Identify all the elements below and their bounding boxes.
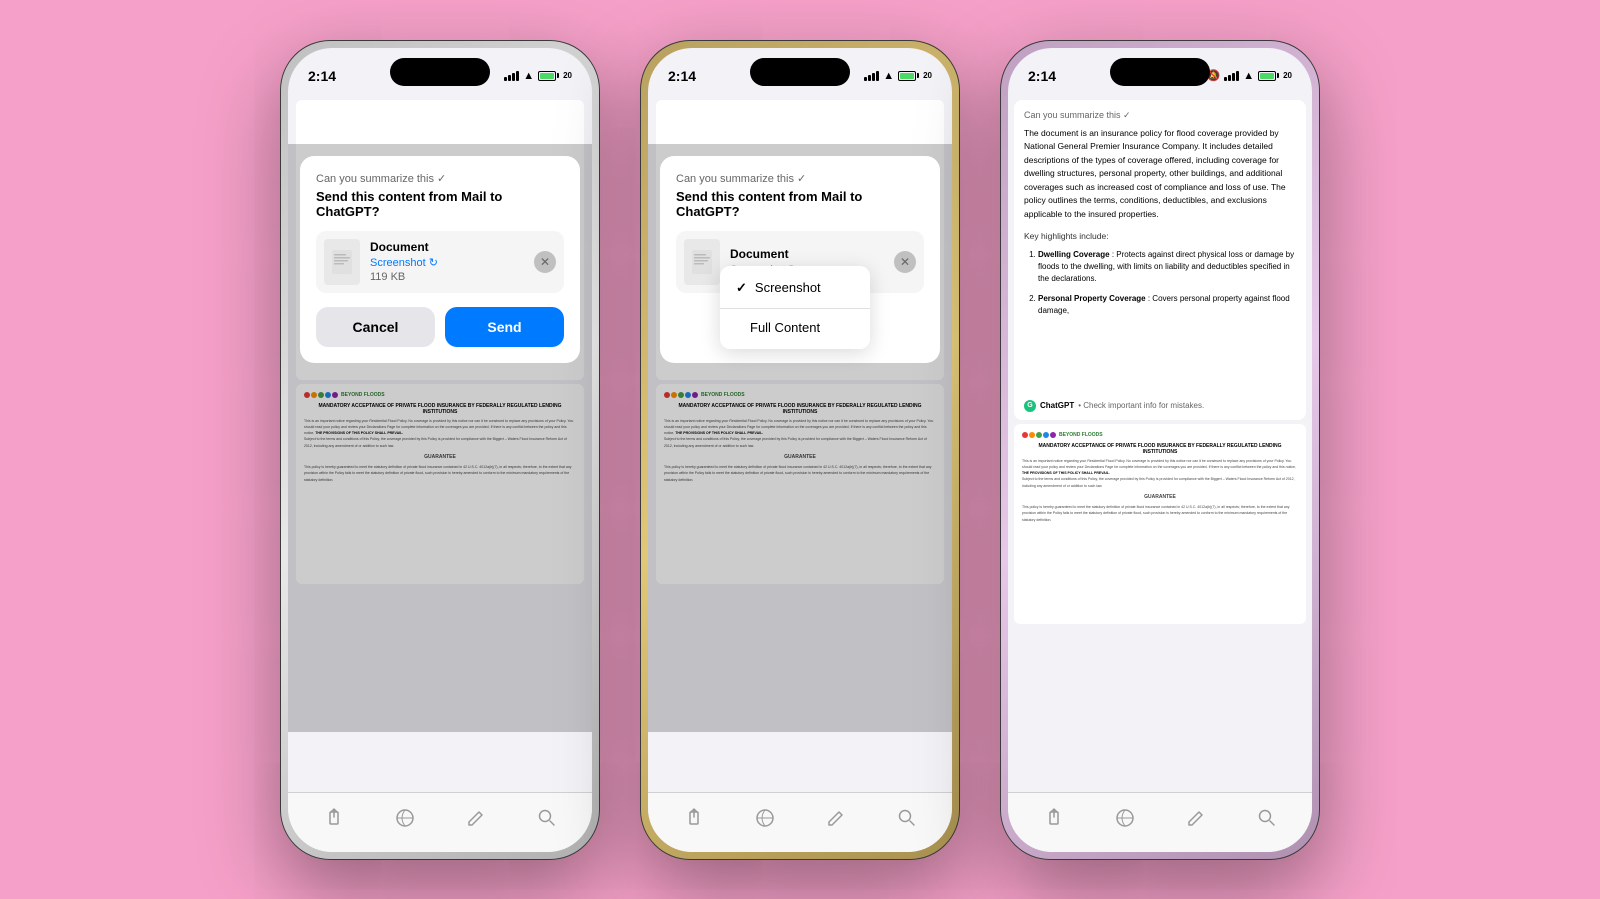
battery-icon-3 [1258,71,1279,81]
tab-write-icon-3[interactable] [1181,803,1211,833]
tab-explore-icon-3[interactable] [1110,803,1140,833]
dropdown-item-full-content[interactable]: Full Content [720,310,870,345]
logo-text-3: BEYOND FLOODS [1059,432,1103,438]
phone-1-screen: 2:14 ▲ 20 [288,48,592,852]
time-3: 2:14 [1028,68,1056,84]
dialog-title-1: Send this content from Mail to ChatGPT? [316,189,564,219]
tab-share-icon-2[interactable] [679,803,709,833]
phone-2-screen: 2:14 ▲ 20 [648,48,952,852]
tab-bar-3 [1008,792,1312,852]
chatgpt-name: ChatGPT [1040,401,1074,410]
signal-icon-2 [864,71,879,81]
close-button-1[interactable]: ✕ [534,251,556,273]
dynamic-island-2 [750,58,850,86]
share-dialog-1[interactable]: Can you summarize this ✓ Send this conte… [300,156,580,363]
dialog-pretitle-1: Can you summarize this ✓ [316,172,564,185]
doc-page-5: BEYOND FLOODS MANDATORY ACCEPTANCE OF PR… [1014,424,1306,624]
document-row-1: Document Screenshot ↻ 119 KB ✕ [316,231,564,293]
battery-label-1: 20 [563,71,572,80]
close-button-2[interactable]: ✕ [894,251,916,273]
doc-body-3: This is an important notice regarding yo… [1022,458,1298,523]
chatgpt-panel: Can you summarize this ✓ The document is… [1014,100,1306,420]
dialog-pretitle-2: Can you summarize this ✓ [676,172,924,185]
phone-3-screen: 2:14 🔕 ▲ 20 [1008,48,1312,852]
screen-1: The insurance company with which this co… [288,96,592,792]
doc-thumbnail-2 [684,239,720,285]
chatgpt-badge: G ChatGPT • Check important info for mis… [1024,400,1204,412]
chatgpt-check-text: • Check important info for mistakes. [1078,401,1204,410]
cancel-button-1[interactable]: Cancel [316,307,435,347]
tab-share-icon-1[interactable] [319,803,349,833]
signal-icon-3 [1224,71,1239,81]
tab-explore-icon-1[interactable] [390,803,420,833]
phone-2: 2:14 ▲ 20 [640,40,960,860]
wifi-icon-1: ▲ [523,70,534,82]
tab-bar-1 [288,792,592,852]
dynamic-island-3 [1110,58,1210,86]
chat-question-3: Can you summarize this ✓ [1024,110,1296,121]
dialog-title-2: Send this content from Mail to ChatGPT? [676,189,924,219]
status-icons-3: 🔕 ▲ 20 [1207,69,1293,82]
dropdown-divider [720,308,870,309]
highlight-2: Personal Property Coverage : Covers pers… [1038,293,1296,317]
battery-label-3: 20 [1283,71,1292,80]
battery-icon-2 [898,71,919,81]
tab-share-icon-3[interactable] [1039,803,1069,833]
status-icons-1: ▲ 20 [504,70,572,82]
doc-type-1[interactable]: Screenshot ↻ [370,256,438,269]
doc-heading-3: MANDATORY ACCEPTANCE OF PRIVATE FLOOD IN… [1022,443,1298,455]
signal-icon-1 [504,71,519,81]
phone-3: 2:14 🔕 ▲ 20 [1000,40,1320,860]
tab-search-icon-2[interactable] [892,803,922,833]
battery-label-2: 20 [923,71,932,80]
status-icons-2: ▲ 20 [864,70,932,82]
doc-info-1: Document Screenshot ↻ 119 KB [370,240,524,283]
phone-1: 2:14 ▲ 20 [280,40,600,860]
chatgpt-logo: G [1024,400,1036,412]
doc-name-1: Document [370,240,524,254]
tab-search-icon-3[interactable] [1252,803,1282,833]
doc-size-1: 119 KB [370,271,524,283]
highlights-list: Dwelling Coverage : Protects against dir… [1024,249,1296,317]
dropdown-item-screenshot[interactable]: Screenshot [720,270,870,306]
doc-name-2: Document [730,247,884,261]
wifi-icon-2: ▲ [883,70,894,82]
tab-write-icon-1[interactable] [461,803,491,833]
wifi-icon-3: ▲ [1243,70,1254,82]
dynamic-island-1 [390,58,490,86]
screen-2: The insurance company with which this co… [648,96,952,792]
tab-bar-2 [648,792,952,852]
send-button-1[interactable]: Send [445,307,564,347]
chat-response-3: The document is an insurance policy for … [1024,127,1296,318]
time-2: 2:14 [668,68,696,84]
screen-3: Can you summarize this ✓ The document is… [1008,96,1312,792]
battery-icon-1 [538,71,559,81]
tab-explore-icon-2[interactable] [750,803,780,833]
dialog-buttons-1: Cancel Send [316,307,564,347]
highlight-1: Dwelling Coverage : Protects against dir… [1038,249,1296,285]
time-1: 2:14 [308,68,336,84]
doc-thumbnail-1 [324,239,360,285]
dropdown-menu[interactable]: Screenshot Full Content [720,266,870,350]
tab-search-icon-1[interactable] [532,803,562,833]
tab-write-icon-2[interactable] [821,803,851,833]
share-dialog-2[interactable]: Can you summarize this ✓ Send this conte… [660,156,940,363]
